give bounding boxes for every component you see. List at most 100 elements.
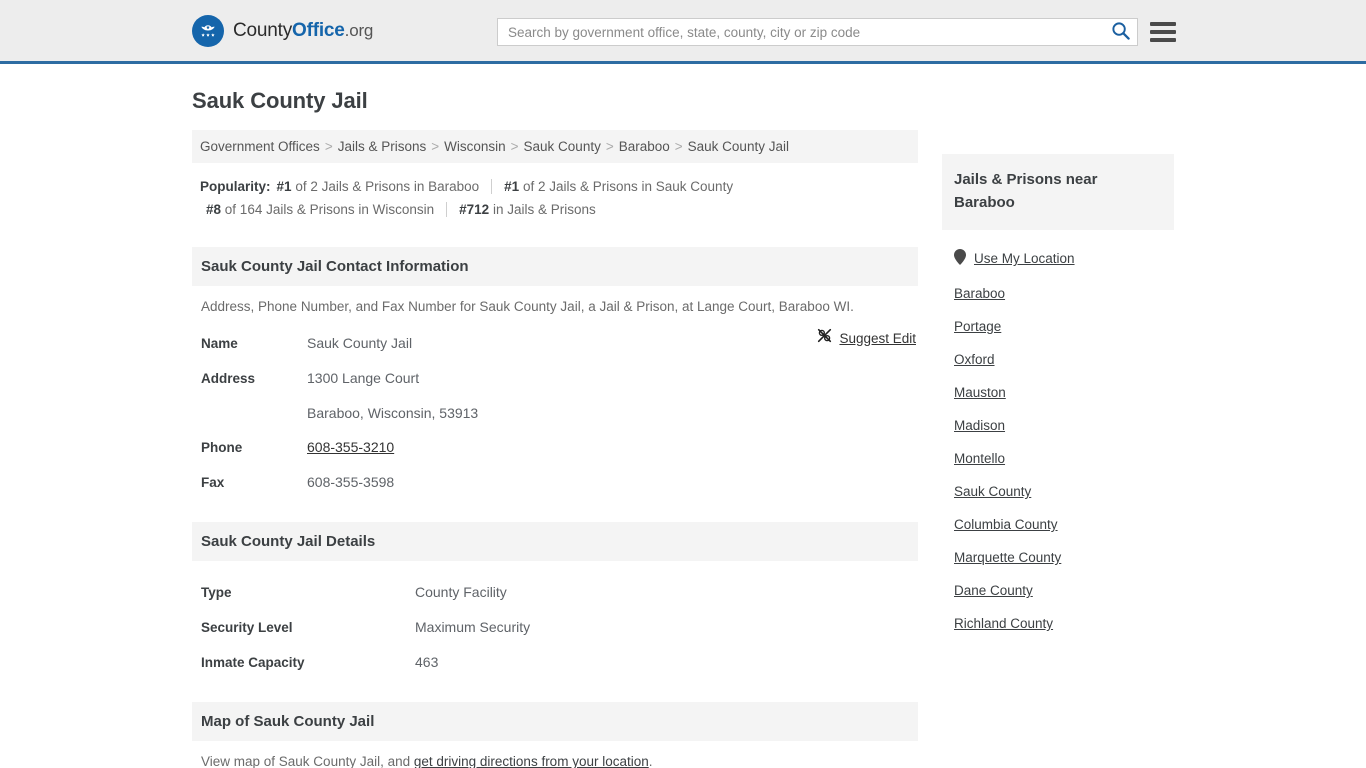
contact-value-phone: 608-355-3210 — [307, 434, 394, 460]
suggest-edit-button[interactable]: Suggest Edit — [817, 328, 916, 348]
breadcrumb-item-baraboo[interactable]: Baraboo — [619, 139, 670, 154]
contact-section-description: Address, Phone Number, and Fax Number fo… — [201, 299, 854, 314]
hamburger-bar — [1150, 38, 1176, 42]
suggest-edit-label: Suggest Edit — [839, 330, 916, 346]
sidebar-link-marquette-county[interactable]: Marquette County — [954, 550, 1061, 565]
popularity-text: of 164 Jails & Prisons in Wisconsin — [224, 202, 435, 217]
popularity-label: Popularity: — [200, 179, 271, 194]
contact-fields-table: Suggest Edit Name Sauk County Jail Addre… — [192, 322, 918, 500]
sidebar-link-dane-county[interactable]: Dane County — [954, 583, 1033, 598]
main-column: Government Offices > Jails & Prisons > Wisco… — [192, 130, 918, 768]
breadcrumb-item-current: Sauk County Jail — [687, 139, 789, 154]
sidebar-item-oxford[interactable]: Oxford — [954, 343, 1162, 376]
contact-label-fax: Fax — [201, 475, 225, 490]
popularity-rank: #1 — [504, 179, 520, 194]
sidebar-link-mauston[interactable]: Mauston — [954, 385, 1006, 400]
sidebar-item-madison[interactable]: Madison — [954, 409, 1162, 442]
popularity-block: Popularity: #1 of 2 Jails & Prisons in B… — [192, 163, 918, 225]
sidebar-item-baraboo[interactable]: Baraboo — [954, 277, 1162, 310]
sidebar-item-marquette-county[interactable]: Marquette County — [954, 541, 1162, 574]
sidebar-item-richland-county[interactable]: Richland County — [954, 607, 1162, 640]
sidebar-item-sauk-county[interactable]: Sauk County — [954, 475, 1162, 508]
driving-directions-link[interactable]: get driving directions from your locatio… — [414, 754, 649, 768]
sidebar-link-sauk-county[interactable]: Sauk County — [954, 484, 1031, 499]
logo-text-org: .org — [344, 20, 374, 40]
popularity-item-national: #712 in Jails & Prisons — [459, 198, 596, 221]
contact-row-fax: Fax 608-355-3598 — [192, 465, 918, 500]
details-section-heading: Sauk County Jail Details — [192, 522, 918, 561]
popularity-text: of 2 Jails & Prisons in Baraboo — [295, 179, 480, 194]
site-logo[interactable]: CountyOffice.org — [192, 14, 373, 47]
logo-text-office: Office — [292, 19, 345, 41]
phone-link[interactable]: 608-355-3210 — [307, 439, 394, 455]
popularity-divider — [446, 202, 448, 217]
sidebar-link-richland-county[interactable]: Richland County — [954, 616, 1053, 631]
sidebar-link-madison[interactable]: Madison — [954, 418, 1005, 433]
popularity-rank: #1 — [276, 179, 292, 194]
site-logo-text: CountyOffice.org — [233, 20, 373, 42]
contact-row-address-city: Baraboo, Wisconsin, 53913 — [192, 396, 918, 430]
hamburger-menu-icon[interactable] — [1150, 19, 1176, 45]
breadcrumb-separator: > — [510, 139, 519, 154]
details-fields-table: Type County Facility Security Level Maxi… — [192, 561, 918, 680]
contact-label-name: Name — [201, 336, 238, 351]
contact-row-name: Name Sauk County Jail — [192, 326, 918, 361]
sidebar-item-portage[interactable]: Portage — [954, 310, 1162, 343]
breadcrumb-separator: > — [605, 139, 614, 154]
breadcrumb-separator: > — [324, 139, 333, 154]
sidebar-link-portage[interactable]: Portage — [954, 319, 1001, 334]
breadcrumb-separator: > — [431, 139, 440, 154]
site-header: CountyOffice.org — [0, 0, 1366, 64]
breadcrumb-item-jails-prisons[interactable]: Jails & Prisons — [338, 139, 427, 154]
map-description-before: View map of Sauk County Jail, and — [201, 754, 414, 768]
search-bar[interactable] — [497, 18, 1138, 46]
breadcrumb: Government Offices > Jails & Prisons > Wisco… — [192, 130, 918, 163]
details-value-security-level: Maximum Security — [415, 619, 531, 635]
sidebar-item-mauston[interactable]: Mauston — [954, 376, 1162, 409]
popularity-text: of 2 Jails & Prisons in Sauk County — [522, 179, 734, 194]
details-label-inmate-capacity: Inmate Capacity — [201, 655, 305, 670]
sidebar-item-dane-county[interactable]: Dane County — [954, 574, 1162, 607]
details-label-security-level: Security Level — [201, 620, 293, 635]
sidebar-link-montello[interactable]: Montello — [954, 451, 1005, 466]
sidebar-heading: Jails & Prisons near Baraboo — [942, 154, 1174, 230]
contact-value-name: Sauk County Jail — [307, 335, 413, 351]
sidebar-link-oxford[interactable]: Oxford — [954, 352, 995, 367]
popularity-rank: #8 — [206, 202, 222, 217]
contact-row-address: Address 1300 Lange Court — [192, 361, 918, 396]
contact-row-phone: Phone 608-355-3210 — [192, 430, 918, 465]
use-my-location-link[interactable]: Use My Location — [974, 251, 1075, 266]
map-section-heading: Map of Sauk County Jail — [192, 702, 918, 741]
contact-value-address-city: Baraboo, Wisconsin, 53913 — [307, 405, 479, 421]
search-input[interactable] — [498, 19, 1103, 45]
sidebar-link-list: Use My Location Baraboo Portage Oxford M… — [942, 230, 1174, 640]
sidebar-link-baraboo[interactable]: Baraboo — [954, 286, 1005, 301]
popularity-item-sauk-county: #1 of 2 Jails & Prisons in Sauk County — [504, 175, 733, 198]
contact-value-address-street: 1300 Lange Court — [307, 370, 420, 386]
location-pin-icon — [954, 249, 966, 268]
page-container: Sauk County Jail Government Offices > Jail… — [0, 88, 1366, 768]
content-row: Government Offices > Jails & Prisons > Wisco… — [192, 130, 1174, 768]
map-section-description: View map of Sauk County Jail, and get dr… — [192, 741, 918, 768]
hamburger-bar — [1150, 30, 1176, 34]
popularity-line-2: #8 of 164 Jails & Prisons in Wisconsin #… — [200, 198, 910, 221]
sidebar-item-columbia-county[interactable]: Columbia County — [954, 508, 1162, 541]
breadcrumb-item-sauk-county[interactable]: Sauk County — [524, 139, 601, 154]
breadcrumb-item-government-offices[interactable]: Government Offices — [200, 139, 320, 154]
sidebar-item-montello[interactable]: Montello — [954, 442, 1162, 475]
breadcrumb-separator: > — [674, 139, 683, 154]
sidebar: Jails & Prisons near Baraboo Use My Loca… — [942, 130, 1174, 640]
logo-text-county: County — [233, 19, 293, 41]
breadcrumb-item-wisconsin[interactable]: Wisconsin — [444, 139, 506, 154]
popularity-line-1: Popularity: #1 of 2 Jails & Prisons in B… — [200, 175, 910, 198]
popularity-divider — [491, 179, 493, 194]
popularity-rank: #712 — [459, 202, 490, 217]
search-button[interactable] — [1103, 19, 1137, 45]
sidebar-item-use-my-location[interactable]: Use My Location — [954, 240, 1162, 277]
sidebar-link-columbia-county[interactable]: Columbia County — [954, 517, 1058, 532]
details-row-type: Type County Facility — [192, 575, 918, 610]
details-label-type: Type — [201, 585, 232, 600]
popularity-text: in Jails & Prisons — [492, 202, 596, 217]
details-value-inmate-capacity: 463 — [415, 654, 439, 670]
hamburger-bar — [1150, 22, 1176, 26]
